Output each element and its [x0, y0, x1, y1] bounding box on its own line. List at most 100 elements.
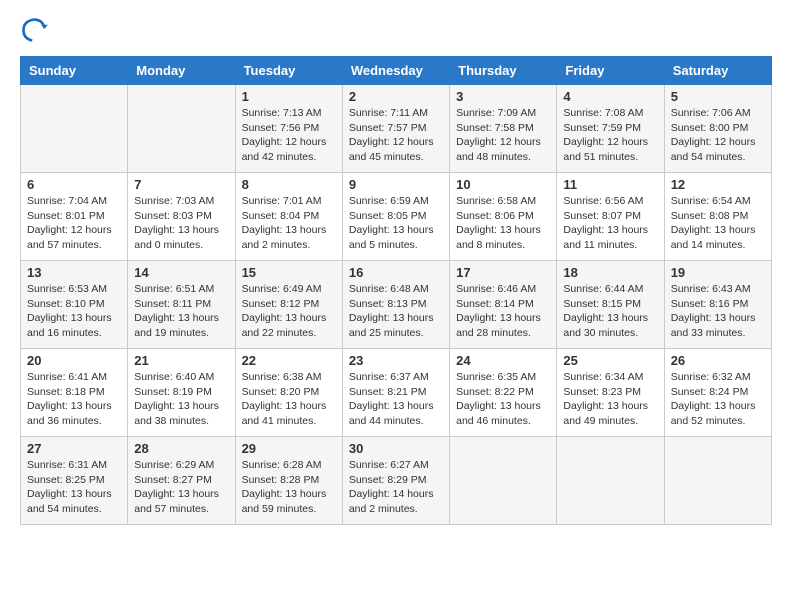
calendar-cell [21, 85, 128, 173]
day-info: Sunrise: 6:29 AMSunset: 8:27 PMDaylight:… [134, 458, 228, 517]
day-number: 30 [349, 441, 443, 456]
day-info: Sunrise: 6:37 AMSunset: 8:21 PMDaylight:… [349, 370, 443, 429]
day-number: 9 [349, 177, 443, 192]
logo-icon [20, 16, 48, 44]
calendar-cell: 28 Sunrise: 6:29 AMSunset: 8:27 PMDayligh… [128, 437, 235, 525]
day-info: Sunrise: 6:35 AMSunset: 8:22 PMDaylight:… [456, 370, 550, 429]
day-number: 26 [671, 353, 765, 368]
day-info: Sunrise: 6:54 AMSunset: 8:08 PMDaylight:… [671, 194, 765, 253]
calendar-cell: 9 Sunrise: 6:59 AMSunset: 8:05 PMDaylight… [342, 173, 449, 261]
calendar-cell: 16 Sunrise: 6:48 AMSunset: 8:13 PMDayligh… [342, 261, 449, 349]
day-number: 20 [27, 353, 121, 368]
day-info: Sunrise: 6:49 AMSunset: 8:12 PMDaylight:… [242, 282, 336, 341]
calendar-cell: 19 Sunrise: 6:43 AMSunset: 8:16 PMDayligh… [664, 261, 771, 349]
calendar-cell: 25Sunrise: 6:34 AMSunset: 8:23 PMDayligh… [557, 349, 664, 437]
day-number: 24 [456, 353, 550, 368]
header [20, 16, 772, 44]
calendar-cell: 24 Sunrise: 6:35 AMSunset: 8:22 PMDayligh… [450, 349, 557, 437]
calendar-cell: 27 Sunrise: 6:31 AMSunset: 8:25 PMDayligh… [21, 437, 128, 525]
day-number: 19 [671, 265, 765, 280]
calendar-cell: 7 Sunrise: 7:03 AMSunset: 8:03 PMDaylight… [128, 173, 235, 261]
day-info: Sunrise: 7:13 AMSunset: 7:56 PMDaylight:… [242, 106, 336, 165]
weekday-header-wednesday: Wednesday [342, 57, 449, 85]
day-number: 4 [563, 89, 657, 104]
calendar-cell [557, 437, 664, 525]
day-info: Sunrise: 7:04 AMSunset: 8:01 PMDaylight:… [27, 194, 121, 253]
calendar-cell [450, 437, 557, 525]
day-number: 28 [134, 441, 228, 456]
weekday-header-sunday: Sunday [21, 57, 128, 85]
day-info: Sunrise: 6:43 AMSunset: 8:16 PMDaylight:… [671, 282, 765, 341]
calendar-cell: 13 Sunrise: 6:53 AMSunset: 8:10 PMDayligh… [21, 261, 128, 349]
calendar-cell: 3 Sunrise: 7:09 AMSunset: 7:58 PMDaylight… [450, 85, 557, 173]
calendar-cell: 1 Sunrise: 7:13 AMSunset: 7:56 PMDaylight… [235, 85, 342, 173]
calendar-cell: 18 Sunrise: 6:44 AMSunset: 8:15 PMDayligh… [557, 261, 664, 349]
calendar-cell: 29Sunrise: 6:28 AMSunset: 8:28 PMDayligh… [235, 437, 342, 525]
calendar-cell [128, 85, 235, 173]
day-number: 6 [27, 177, 121, 192]
day-number: 22 [242, 353, 336, 368]
day-info: Sunrise: 7:01 AMSunset: 8:04 PMDaylight:… [242, 194, 336, 253]
calendar-cell: 10 Sunrise: 6:58 AMSunset: 8:06 PMDayligh… [450, 173, 557, 261]
day-number: 15 [242, 265, 336, 280]
weekday-header-saturday: Saturday [664, 57, 771, 85]
day-number: 10 [456, 177, 550, 192]
day-info: Sunrise: 6:59 AMSunset: 8:05 PMDaylight:… [349, 194, 443, 253]
calendar-cell: 17 Sunrise: 6:46 AMSunset: 8:14 PMDayligh… [450, 261, 557, 349]
calendar-cell: 6 Sunrise: 7:04 AMSunset: 8:01 PMDaylight… [21, 173, 128, 261]
day-info: Sunrise: 7:06 AMSunset: 8:00 PMDaylight:… [671, 106, 765, 165]
calendar-cell: 2 Sunrise: 7:11 AMSunset: 7:57 PMDaylight… [342, 85, 449, 173]
calendar-cell: 4 Sunrise: 7:08 AMSunset: 7:59 PMDaylight… [557, 85, 664, 173]
day-info: Sunrise: 6:53 AMSunset: 8:10 PMDaylight:… [27, 282, 121, 341]
day-number: 11 [563, 177, 657, 192]
day-number: 25 [563, 353, 657, 368]
day-info: Sunrise: 6:32 AMSunset: 8:24 PMDaylight:… [671, 370, 765, 429]
day-number: 23 [349, 353, 443, 368]
day-number: 21 [134, 353, 228, 368]
calendar-cell: 14Sunrise: 6:51 AMSunset: 8:11 PMDayligh… [128, 261, 235, 349]
day-info: Sunrise: 7:09 AMSunset: 7:58 PMDaylight:… [456, 106, 550, 165]
calendar-cell: 8Sunrise: 7:01 AMSunset: 8:04 PMDaylight… [235, 173, 342, 261]
calendar-cell [664, 437, 771, 525]
calendar-cell: 26 Sunrise: 6:32 AMSunset: 8:24 PMDayligh… [664, 349, 771, 437]
day-info: Sunrise: 7:03 AMSunset: 8:03 PMDaylight:… [134, 194, 228, 253]
day-number: 16 [349, 265, 443, 280]
day-info: Sunrise: 6:28 AMSunset: 8:28 PMDaylight:… [242, 458, 336, 517]
day-info: Sunrise: 6:56 AMSunset: 8:07 PMDaylight:… [563, 194, 657, 253]
day-number: 12 [671, 177, 765, 192]
day-info: Sunrise: 6:38 AMSunset: 8:20 PMDaylight:… [242, 370, 336, 429]
day-info: Sunrise: 6:58 AMSunset: 8:06 PMDaylight:… [456, 194, 550, 253]
day-info: Sunrise: 6:40 AMSunset: 8:19 PMDaylight:… [134, 370, 228, 429]
day-number: 3 [456, 89, 550, 104]
calendar-cell: 12 Sunrise: 6:54 AMSunset: 8:08 PMDayligh… [664, 173, 771, 261]
weekday-header-monday: Monday [128, 57, 235, 85]
day-number: 27 [27, 441, 121, 456]
weekday-header-friday: Friday [557, 57, 664, 85]
day-number: 14 [134, 265, 228, 280]
day-info: Sunrise: 6:48 AMSunset: 8:13 PMDaylight:… [349, 282, 443, 341]
day-number: 18 [563, 265, 657, 280]
day-number: 5 [671, 89, 765, 104]
day-info: Sunrise: 6:44 AMSunset: 8:15 PMDaylight:… [563, 282, 657, 341]
calendar-cell: 21 Sunrise: 6:40 AMSunset: 8:19 PMDayligh… [128, 349, 235, 437]
day-info: Sunrise: 7:11 AMSunset: 7:57 PMDaylight:… [349, 106, 443, 165]
day-info: Sunrise: 6:46 AMSunset: 8:14 PMDaylight:… [456, 282, 550, 341]
day-number: 13 [27, 265, 121, 280]
logo [20, 16, 52, 44]
calendar-cell: 22 Sunrise: 6:38 AMSunset: 8:20 PMDayligh… [235, 349, 342, 437]
weekday-header-thursday: Thursday [450, 57, 557, 85]
calendar-table: SundayMondayTuesdayWednesdayThursdayFrid… [20, 56, 772, 525]
day-info: Sunrise: 6:27 AMSunset: 8:29 PMDaylight:… [349, 458, 443, 517]
day-number: 17 [456, 265, 550, 280]
day-info: Sunrise: 6:31 AMSunset: 8:25 PMDaylight:… [27, 458, 121, 517]
day-info: Sunrise: 7:08 AMSunset: 7:59 PMDaylight:… [563, 106, 657, 165]
calendar-cell: 20Sunrise: 6:41 AMSunset: 8:18 PMDayligh… [21, 349, 128, 437]
day-number: 1 [242, 89, 336, 104]
calendar-cell: 15 Sunrise: 6:49 AMSunset: 8:12 PMDayligh… [235, 261, 342, 349]
day-number: 7 [134, 177, 228, 192]
weekday-header-tuesday: Tuesday [235, 57, 342, 85]
calendar-cell: 5 Sunrise: 7:06 AMSunset: 8:00 PMDaylight… [664, 85, 771, 173]
calendar-cell: 11 Sunrise: 6:56 AMSunset: 8:07 PMDayligh… [557, 173, 664, 261]
day-number: 2 [349, 89, 443, 104]
calendar-cell: 23 Sunrise: 6:37 AMSunset: 8:21 PMDayligh… [342, 349, 449, 437]
